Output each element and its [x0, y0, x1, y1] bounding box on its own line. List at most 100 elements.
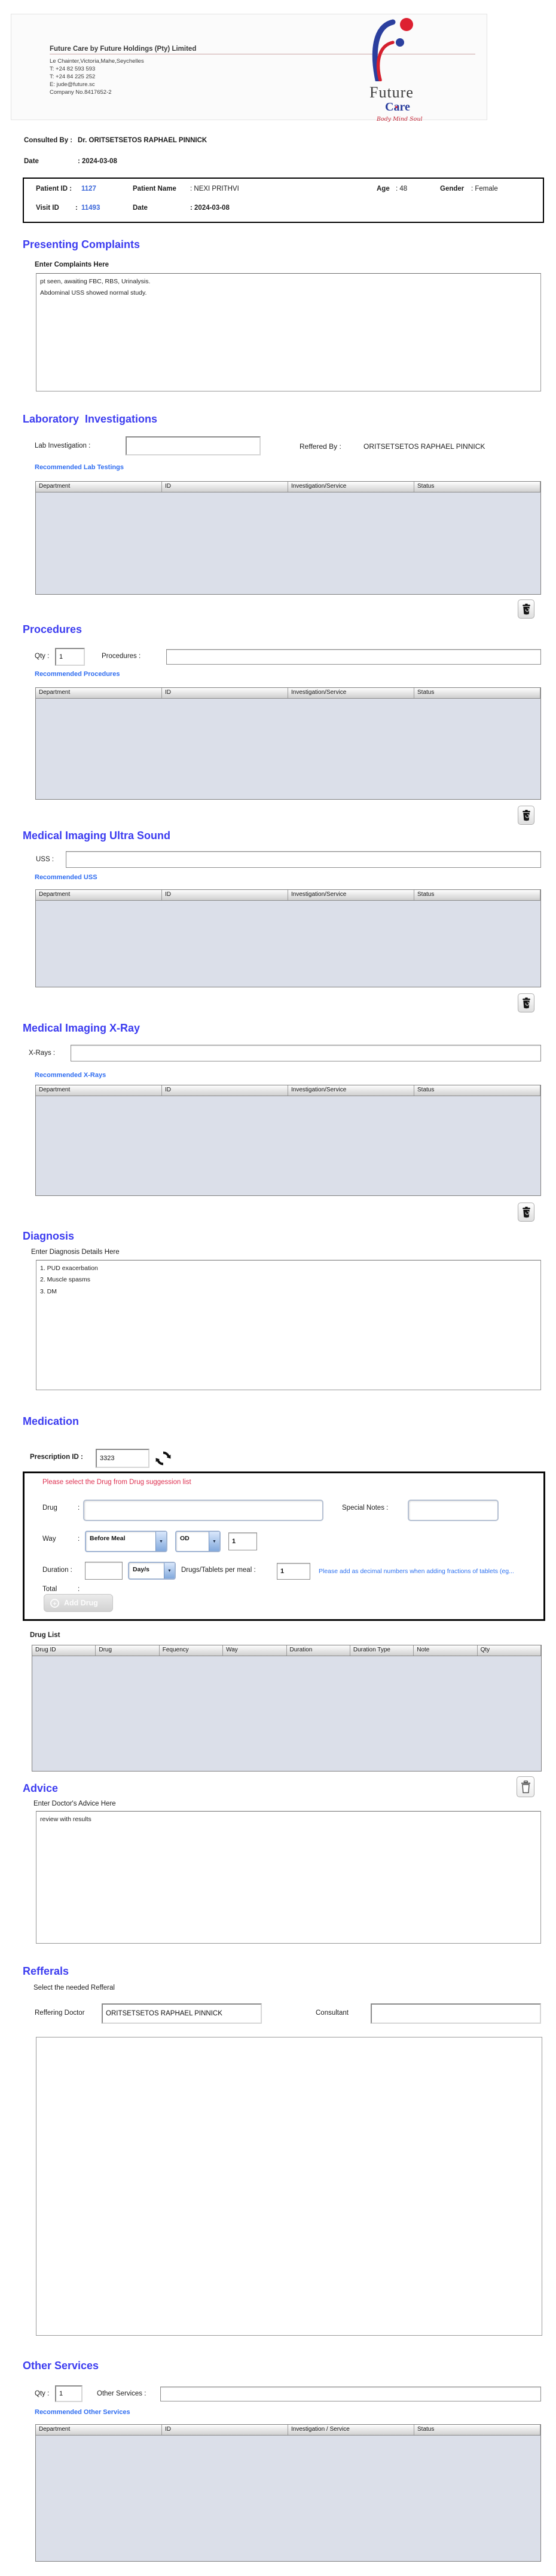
- xray-table: Department ID Investigation/Service Stat…: [35, 1085, 541, 1196]
- column-header-qty[interactable]: Qty: [478, 1645, 541, 1656]
- drug-input[interactable]: [83, 1500, 323, 1521]
- uss-table: Department ID Investigation/Service Stat…: [35, 889, 541, 987]
- diagnosis-label: Enter Diagnosis Details Here: [31, 1249, 120, 1256]
- column-header-department[interactable]: Department: [36, 890, 162, 900]
- procedures-table-header: Department ID Investigation/Service Stat…: [36, 688, 540, 699]
- patient-info-box: Patient ID : 1127 Patient Name : NEXI PR…: [23, 178, 544, 223]
- consulted-by-value: Dr. ORITSETSETOS RAPHAEL PINNICK: [78, 137, 207, 144]
- column-header-status[interactable]: Status: [414, 890, 540, 900]
- column-header-investigation[interactable]: Investigation/Service: [288, 688, 414, 698]
- column-header-id[interactable]: ID: [162, 688, 288, 698]
- xray-input[interactable]: [71, 1045, 541, 1061]
- column-header-drug[interactable]: Drug: [96, 1645, 160, 1656]
- way-qty-input[interactable]: [228, 1532, 257, 1550]
- drug-label: Drug: [42, 1504, 57, 1512]
- visit-id-value: 11493: [81, 204, 100, 212]
- column-header-status[interactable]: Status: [414, 2425, 540, 2435]
- consultant-label: Consultant: [316, 2009, 349, 2017]
- column-header-id[interactable]: ID: [162, 1085, 288, 1096]
- column-header-fequency[interactable]: Fequency: [160, 1645, 224, 1656]
- column-header-duration-type[interactable]: Duration Type: [350, 1645, 414, 1656]
- refresh-prescription-button[interactable]: [154, 1449, 172, 1468]
- reffering-doctor-input[interactable]: [102, 2003, 262, 2024]
- lab-table-body[interactable]: [36, 492, 540, 594]
- way-label: Way: [42, 1535, 56, 1543]
- advice-textarea[interactable]: review with results: [36, 1811, 541, 1944]
- clear-advice-button[interactable]: [517, 1776, 534, 1797]
- column-header-investigation[interactable]: Investigation/Service: [288, 1085, 414, 1096]
- column-header-note[interactable]: Note: [414, 1645, 478, 1656]
- lab-investigations-heading: Laboratory Investigations: [23, 413, 158, 425]
- column-header-status[interactable]: Status: [414, 482, 540, 492]
- uss-table-body[interactable]: [36, 901, 540, 987]
- procedures-table-body[interactable]: [36, 699, 540, 799]
- refferal-list-box[interactable]: [36, 2037, 542, 2336]
- xray-table-body[interactable]: [36, 1096, 540, 1195]
- clear-procedures-table-button[interactable]: [518, 806, 534, 825]
- column-header-id[interactable]: ID: [162, 890, 288, 900]
- column-header-department[interactable]: Department: [36, 1085, 162, 1096]
- column-header-status[interactable]: Status: [414, 688, 540, 698]
- procedures-table: Department ID Investigation/Service Stat…: [35, 687, 541, 800]
- lab-investigation-input[interactable]: [126, 436, 261, 455]
- column-header-investigation[interactable]: Investigation/Service: [288, 482, 414, 492]
- special-notes-input[interactable]: [408, 1500, 499, 1521]
- column-header-drug-id[interactable]: Drug ID: [32, 1645, 96, 1656]
- advice-label: Enter Doctor's Advice Here: [33, 1800, 116, 1807]
- column-header-way[interactable]: Way: [223, 1645, 287, 1656]
- procedures-input[interactable]: [166, 649, 541, 665]
- column-header-status[interactable]: Status: [414, 1085, 540, 1096]
- per-meal-input[interactable]: [277, 1563, 310, 1580]
- column-header-department[interactable]: Department: [36, 688, 162, 698]
- per-meal-label: Drugs/Tablets per meal :: [181, 1567, 256, 1574]
- procedures-qty-input[interactable]: [55, 648, 85, 666]
- logo-word-care: Ca ♥ re: [385, 100, 410, 114]
- consult-date-value: : 2024-03-08: [78, 158, 117, 165]
- logo-tagline: Body Mind Soul: [377, 116, 423, 123]
- recommended-lab-testings-label: Recommended Lab Testings: [35, 464, 124, 471]
- consultation-form-page: Future Care by Future Holdings (Pty) Lim…: [0, 0, 556, 2576]
- meal-timing-select[interactable]: Before Meal ▼: [85, 1531, 167, 1552]
- other-services-table-body[interactable]: [36, 2436, 540, 2561]
- column-header-duration[interactable]: Duration: [287, 1645, 350, 1656]
- uss-label: USS :: [36, 856, 54, 863]
- column-header-investigation[interactable]: Investigation / Service: [288, 2425, 414, 2435]
- column-header-id[interactable]: ID: [162, 482, 288, 492]
- duration-unit-select[interactable]: Day/s ▼: [128, 1562, 176, 1580]
- diagnosis-textarea[interactable]: 1. PUD exacerbation 2. Muscle spasms 3. …: [36, 1260, 541, 1390]
- prescription-id-input[interactable]: [96, 1449, 149, 1468]
- procedures-qty-label: Qty :: [35, 653, 50, 660]
- future-care-logo: Future Ca ♥ re Body Mind Soul: [354, 17, 456, 123]
- column-header-department[interactable]: Department: [36, 2425, 162, 2435]
- visit-id-label: Visit ID: [36, 204, 59, 212]
- clear-xray-table-button[interactable]: [518, 1203, 534, 1222]
- other-services-heading: Other Services: [23, 2360, 99, 2372]
- company-phone-2: T: +24 84 225 252: [50, 74, 96, 80]
- total-label-colon: :: [78, 1586, 80, 1593]
- uss-input[interactable]: [66, 851, 541, 868]
- total-label: Total: [42, 1586, 57, 1593]
- other-qty-input[interactable]: [55, 2385, 83, 2402]
- recommended-xray-label: Recommended X-Rays: [35, 1072, 106, 1079]
- uss-table-header: Department ID Investigation/Service Stat…: [36, 890, 540, 901]
- duration-input[interactable]: [85, 1562, 123, 1580]
- dropdown-arrow-icon: ▼: [209, 1532, 219, 1551]
- frequency-select[interactable]: OD ▼: [175, 1531, 221, 1552]
- column-header-department[interactable]: Department: [36, 482, 162, 492]
- recommended-other-services-label: Recommended Other Services: [35, 2409, 130, 2416]
- other-services-input[interactable]: [160, 2387, 541, 2401]
- gender-value: : Female: [471, 185, 498, 192]
- logo-care-a: a ♥: [393, 100, 399, 114]
- clear-uss-table-button[interactable]: [518, 993, 534, 1012]
- visit-id-colon: :: [75, 204, 78, 212]
- add-drug-button[interactable]: + Add Drug: [44, 1594, 113, 1612]
- clear-lab-table-button[interactable]: [518, 599, 534, 619]
- drug-list-table-body[interactable]: [32, 1656, 541, 1771]
- column-header-investigation[interactable]: Investigation/Service: [288, 890, 414, 900]
- patient-id-value: 1127: [81, 185, 96, 192]
- column-header-id[interactable]: ID: [162, 2425, 288, 2435]
- trash-outline-icon: [521, 1780, 530, 1793]
- complaints-textarea[interactable]: pt seen, awaiting FBC, RBS, Urinalysis. …: [36, 273, 541, 391]
- consultant-input[interactable]: [371, 2003, 541, 2024]
- meal-timing-value: Before Meal: [90, 1535, 126, 1542]
